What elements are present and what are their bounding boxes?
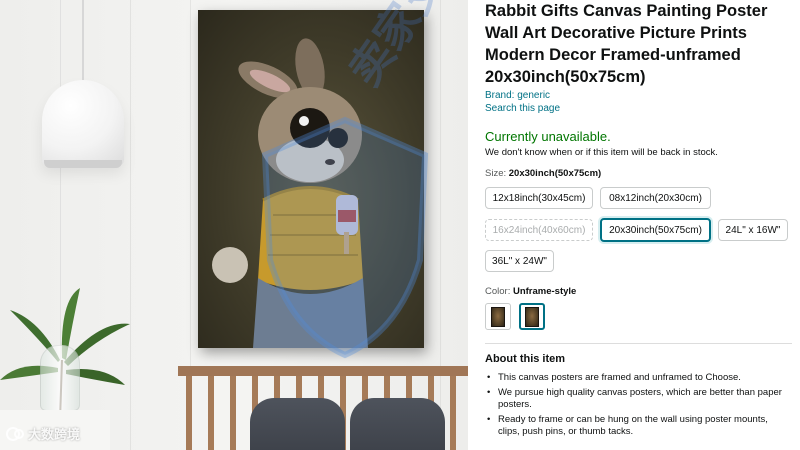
about-bullet-list: This canvas posters are framed and unfra…: [485, 372, 790, 441]
watermark-corner-badge: 大数跨境: [6, 424, 80, 443]
size-option-12x18[interactable]: 12x18inch(30x45cm): [485, 187, 593, 209]
rabbit-illustration: [212, 38, 368, 348]
color-selected-value: Unframe-style: [512, 286, 577, 297]
pillow: [250, 398, 345, 450]
availability-note: We don't know when or if this item will …: [485, 147, 718, 158]
watermark-logo-icon: [6, 426, 24, 441]
pendant-lamp: [42, 80, 124, 166]
size-option-20x30[interactable]: 20x30inch(50x75cm): [600, 218, 711, 242]
pendant-lamp-cord: [82, 0, 84, 82]
watermark-corner-text: 大数跨境: [28, 427, 81, 442]
size-selected-value: 20x30inch(50x75cm): [508, 168, 602, 179]
search-this-page-link[interactable]: Search this page: [485, 103, 560, 114]
availability-status: Currently unavailable.: [485, 129, 611, 144]
about-bullet: Ready to frame or can be hung on the wal…: [485, 414, 790, 439]
product-details-panel: Rabbit Gifts Canvas Painting Poster Wall…: [468, 0, 800, 450]
glass-vase: [40, 345, 80, 411]
size-option-36x24[interactable]: 36L" x 24W": [485, 250, 554, 272]
size-option-16x24[interactable]: 16x24inch(40x60cm): [485, 219, 593, 241]
section-divider: [485, 343, 792, 344]
size-label: Size: 20x30inch(50x75cm): [485, 168, 601, 179]
about-heading: About this item: [485, 353, 566, 365]
about-bullet: We pursue high quality canvas posters, w…: [485, 387, 790, 412]
rabbit-painting: [198, 10, 424, 348]
color-label-text: Color:: [485, 286, 511, 297]
brand-link[interactable]: Brand: generic: [485, 90, 550, 101]
color-swatch-framed[interactable]: [485, 303, 511, 330]
about-bullet: This canvas posters are framed and unfra…: [485, 372, 790, 385]
pillow: [350, 398, 445, 450]
color-label: Color: Unframe-style: [485, 286, 576, 297]
size-option-08x12[interactable]: 08x12inch(20x30cm): [600, 187, 711, 209]
size-label-text: Size:: [485, 168, 507, 179]
pendant-lamp-rim: [44, 160, 122, 168]
product-title: Rabbit Gifts Canvas Painting Poster Wall…: [485, 2, 768, 86]
color-swatch-unframe-style[interactable]: [519, 303, 545, 330]
size-option-24x16[interactable]: 24L" x 16W": [718, 219, 788, 241]
product-main-image[interactable]: 卖家支持 大数跨境: [0, 0, 468, 450]
